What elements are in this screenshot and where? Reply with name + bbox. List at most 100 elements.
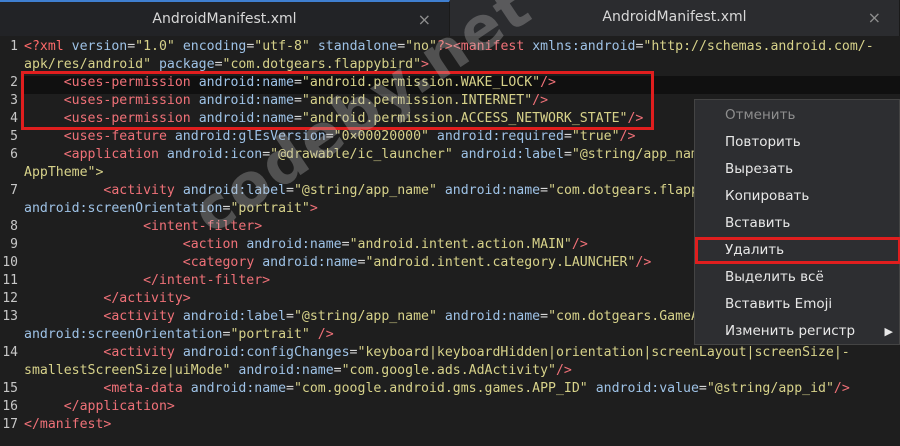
code-token: AppTheme"> — [24, 165, 104, 180]
code-line[interactable]: </intent-filter> — [24, 272, 270, 290]
code-token: "0×00020000" — [333, 129, 429, 144]
menu-item-redo[interactable]: Повторить — [695, 129, 900, 156]
code-token: "com.dotgears.GameAc — [548, 309, 707, 324]
code-line[interactable]: <meta-data android:name="com.google.andr… — [24, 380, 849, 398]
line-number: 5 — [10, 129, 18, 144]
code-line[interactable]: </manifest> — [24, 416, 111, 434]
line-number: 14 — [2, 345, 18, 360]
code-token: smallestScreenSize|uiMode" — [24, 363, 231, 378]
line-number: 13 — [2, 309, 18, 324]
line-number: 16 — [2, 399, 18, 414]
code-token: ?> — [436, 39, 453, 54]
code-token: <activity — [103, 345, 183, 360]
line-number-gutter: 1 2 3 4 5 6 7 8 9 10 11 12 13 14 15 16 1… — [0, 36, 22, 446]
line-number: 15 — [2, 381, 18, 396]
code-line[interactable]: </activity> — [24, 290, 190, 308]
code-token: android:name — [262, 255, 358, 270]
code-token: "no" — [405, 39, 437, 54]
menu-item-delete[interactable]: Удалить — [695, 237, 900, 264]
tab-title: AndroidManifest.xml — [602, 9, 747, 25]
code-token: = — [563, 147, 572, 162]
close-icon[interactable]: × — [868, 8, 881, 27]
code-token: android:glEsVersion — [174, 129, 326, 144]
code-line[interactable]: </application> — [24, 398, 175, 416]
code-token: = — [540, 183, 549, 198]
line-number: 11 — [2, 273, 18, 288]
code-token: "1.0" — [135, 39, 175, 54]
code-token: <action — [182, 237, 247, 252]
tab-androidmanifest-1[interactable]: AndroidManifest.xml × — [0, 0, 450, 36]
code-token: </application> — [63, 399, 175, 414]
line-number: 17 — [2, 417, 18, 432]
code-line-wrap[interactable]: smallestScreenSize|uiMode" android:name=… — [24, 362, 572, 380]
code-token: = — [349, 345, 358, 360]
code-token: apk/res/android" — [24, 57, 152, 72]
code-token: /> — [571, 237, 588, 252]
code-token: "com.dotgears.flappybird" — [222, 57, 422, 72]
code-token: "android.intent.action.MAIN" — [349, 237, 572, 252]
menu-item-undo[interactable]: Отменить — [695, 102, 900, 129]
code-line-wrap[interactable]: android:screenOrientation="portrait" /> — [24, 326, 334, 344]
line-number: 9 — [10, 237, 18, 252]
code-token: standalone — [309, 39, 398, 54]
code-line[interactable]: <action android:name="android.intent.act… — [24, 236, 588, 254]
code-line-wrap[interactable]: AppTheme"> — [24, 164, 103, 182]
code-token: "portrait" — [230, 201, 310, 216]
selection-highlight-box — [21, 71, 654, 130]
code-token: = — [325, 129, 334, 144]
code-token: = — [127, 39, 136, 54]
code-token: android:screenOrientation — [24, 327, 223, 342]
menu-item-select-all[interactable]: Выделить всё — [695, 264, 900, 291]
line-number: 8 — [10, 219, 18, 234]
code-token: <meta-data — [103, 381, 191, 396]
code-token: android:label — [182, 183, 287, 198]
code-token: "@drawable/ic_launcher" — [270, 147, 453, 162]
submenu-arrow-icon: ▶ — [884, 325, 893, 338]
line-number: 10 — [2, 255, 18, 270]
code-token: android:label — [452, 147, 564, 162]
code-line[interactable]: <activity android:configChanges="keyboar… — [24, 344, 849, 362]
code-line-wrap[interactable]: android:screenOrientation="portrait"> — [24, 200, 318, 218]
code-token: <intent-filter> — [143, 219, 263, 234]
code-token: = — [286, 309, 294, 324]
code-token: android:configChanges — [182, 345, 350, 360]
tab-androidmanifest-2[interactable]: AndroidManifest.xml × — [450, 0, 900, 36]
code-token: xmlns:android — [532, 39, 636, 54]
code-token: "@string/app_name — [571, 147, 707, 162]
code-line[interactable]: <?xml version="1.0" encoding="utf-8" sta… — [24, 38, 874, 56]
code-token: android:required — [428, 129, 564, 144]
code-line[interactable]: <activity android:label="@string/app_nam… — [24, 182, 706, 200]
menu-item-copy[interactable]: Копировать — [695, 183, 900, 210]
code-token: "android.intent.category.LAUNCHER" — [365, 255, 636, 270]
close-icon[interactable]: × — [418, 10, 431, 29]
code-line[interactable]: <category android:name="android.intent.c… — [24, 254, 651, 272]
code-token: = — [333, 363, 342, 378]
code-line[interactable]: <application android:icon="@drawable/ic_… — [24, 146, 707, 164]
menu-item-insert-emoji[interactable]: Вставить Emoji — [695, 291, 900, 318]
line-number: 7 — [10, 183, 18, 198]
menu-item-cut[interactable]: Вырезать — [695, 156, 900, 183]
code-token: android:label — [182, 309, 287, 324]
code-token: android:value — [587, 381, 699, 396]
code-token: <activity — [103, 183, 183, 198]
code-line[interactable]: <activity android:label="@string/app_nam… — [24, 308, 707, 326]
menu-item-change-case[interactable]: Изменить регистр ▶ — [695, 318, 900, 345]
code-line[interactable]: <intent-filter> — [24, 218, 262, 236]
line-number: 1 — [10, 39, 18, 54]
code-token: = — [397, 39, 406, 54]
code-token: <application — [63, 147, 167, 162]
menu-item-paste[interactable]: Вставить — [695, 210, 900, 237]
code-token: <category — [182, 255, 263, 270]
code-token: /> — [309, 327, 334, 342]
code-token: > — [309, 201, 318, 216]
context-menu: Отменить Повторить Вырезать Копировать В… — [694, 99, 900, 345]
code-line[interactable]: <uses-feature android:glEsVersion="0×000… — [24, 128, 636, 146]
code-token: package — [151, 57, 215, 72]
